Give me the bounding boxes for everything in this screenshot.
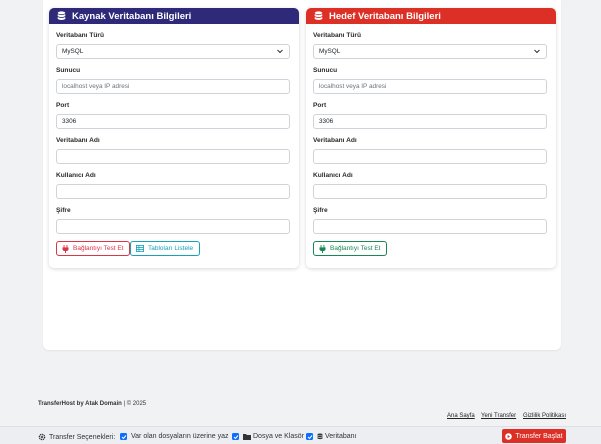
files-label: Dosya ve Klasör (253, 433, 304, 440)
database-checkbox[interactable] (306, 433, 313, 440)
target-panel: Hedef Veritabanı Bilgileri Veritabanı Tü… (306, 8, 556, 268)
transfer-options-bar: Transfer Seçenekleri: Var olan dosyaları… (0, 426, 601, 444)
source-host-label: Sunucu (56, 67, 81, 74)
source-password-input[interactable] (56, 219, 290, 234)
overwrite-option[interactable]: Var olan dosyaların üzerine yaz (120, 433, 229, 440)
check-icon (307, 434, 312, 439)
source-user-group: Kullanıcı Adı (56, 171, 290, 199)
source-user-label: Kullanıcı Adı (56, 172, 96, 179)
target-port-label: Port (313, 102, 327, 109)
source-password-group: Şifre (56, 206, 290, 234)
footer-brand: TransferHost by Atak Domain (38, 401, 122, 407)
target-port-group: Port 3306 (313, 101, 547, 129)
source-test-connection-button[interactable]: Bağlantıyı Test Et (56, 241, 130, 256)
target-user-input[interactable] (313, 184, 547, 199)
folder-icon (243, 434, 251, 440)
chevron-down-icon (277, 49, 283, 54)
target-db-type-select[interactable]: MySQL (313, 44, 547, 59)
database-icon (57, 11, 66, 20)
target-db-type-value: MySQL (319, 48, 341, 55)
footer-link-home-label: Ana Sayfa (447, 413, 475, 419)
footer-link-privacy[interactable]: Gizlilik Politikası (523, 413, 566, 419)
files-option[interactable]: Dosya ve Klasör (232, 433, 304, 440)
table-icon (136, 245, 144, 252)
source-password-label: Şifre (56, 207, 71, 214)
transfer-options-label: Transfer Seçenekleri: (49, 433, 116, 441)
list-tables-label: Tabloları Listele (148, 245, 194, 252)
target-password-input[interactable] (313, 219, 547, 234)
footer-link-new-transfer-label: Yeni Transfer (481, 413, 517, 419)
source-db-type-label: Veritabanı Türü (56, 32, 104, 39)
plug-icon (319, 244, 326, 253)
source-port-input[interactable]: 3306 (56, 114, 290, 129)
target-user-label: Kullanıcı Adı (313, 172, 353, 179)
overwrite-label: Var olan dosyaların üzerine yaz (131, 433, 229, 440)
target-dbname-label: Veritabanı Adı (313, 137, 357, 144)
target-dbname-input[interactable] (313, 149, 547, 164)
source-panel: Kaynak Veritabanı Bilgileri Veritabanı T… (49, 8, 299, 268)
footer-link-new-transfer[interactable]: Yeni Transfer (481, 413, 516, 419)
target-host-group: Sunucu localhost veya IP adresi (313, 66, 547, 94)
source-test-connection-label: Bağlantıyı Test Et (73, 245, 124, 252)
source-dbname-group: Veritabanı Adı (56, 136, 290, 164)
source-port-label: Port (56, 102, 70, 109)
database-label: Veritabanı (325, 433, 357, 440)
database-icon (317, 433, 323, 440)
chevron-down-icon (534, 49, 540, 54)
play-icon (505, 432, 513, 440)
source-dbname-label: Veritabanı Adı (56, 137, 100, 144)
target-panel-title: Hedef Veritabanı Bilgileri (329, 10, 441, 22)
target-panel-header: Hedef Veritabanı Bilgileri (306, 8, 556, 24)
source-panel-header: Kaynak Veritabanı Bilgileri (49, 8, 299, 24)
start-transfer-label: Transfer Başlat (515, 432, 563, 440)
check-icon (121, 434, 126, 439)
source-host-input[interactable]: localhost veya IP adresi (56, 79, 290, 94)
target-db-type-label: Veritabanı Türü (313, 32, 361, 39)
gear-icon (38, 433, 46, 441)
source-host-group: Sunucu localhost veya IP adresi (56, 66, 290, 94)
target-test-connection-label: Bağlantıyı Test Et (330, 245, 381, 252)
source-db-type-select[interactable]: MySQL (56, 44, 290, 59)
plug-icon (62, 244, 69, 253)
database-option[interactable]: Veritabanı (306, 433, 357, 440)
target-test-connection-button[interactable]: Bağlantıyı Test Et (313, 241, 387, 256)
target-host-label: Sunucu (313, 67, 338, 74)
target-port-input[interactable]: 3306 (313, 114, 547, 129)
list-tables-button[interactable]: Tabloları Listele (130, 241, 200, 256)
overwrite-checkbox[interactable] (120, 433, 127, 440)
footer-brand-line: TransferHost by Atak Domain | © 2025 (38, 401, 146, 407)
files-checkbox[interactable] (232, 433, 239, 440)
target-password-label: Şifre (313, 207, 328, 214)
source-panel-title: Kaynak Veritabanı Bilgileri (72, 10, 192, 22)
footer-link-privacy-label: Gizlilik Politikası (523, 413, 567, 419)
footer-copyright: | © 2025 (123, 401, 147, 407)
target-dbname-group: Veritabanı Adı (313, 136, 547, 164)
start-transfer-button[interactable]: Transfer Başlat (502, 429, 566, 443)
target-user-group: Kullanıcı Adı (313, 171, 547, 199)
transfer-options-heading: Transfer Seçenekleri: (38, 433, 115, 441)
source-dbname-input[interactable] (56, 149, 290, 164)
source-port-group: Port 3306 (56, 101, 290, 129)
footer-link-home[interactable]: Ana Sayfa (447, 413, 475, 419)
target-db-type-group: Veritabanı Türü MySQL (313, 31, 547, 59)
database-icon (314, 11, 323, 20)
check-icon (233, 434, 238, 439)
source-db-type-value: MySQL (62, 48, 84, 55)
source-user-input[interactable] (56, 184, 290, 199)
source-db-type-group: Veritabanı Türü MySQL (56, 31, 290, 59)
target-password-group: Şifre (313, 206, 547, 234)
target-host-input[interactable]: localhost veya IP adresi (313, 79, 547, 94)
